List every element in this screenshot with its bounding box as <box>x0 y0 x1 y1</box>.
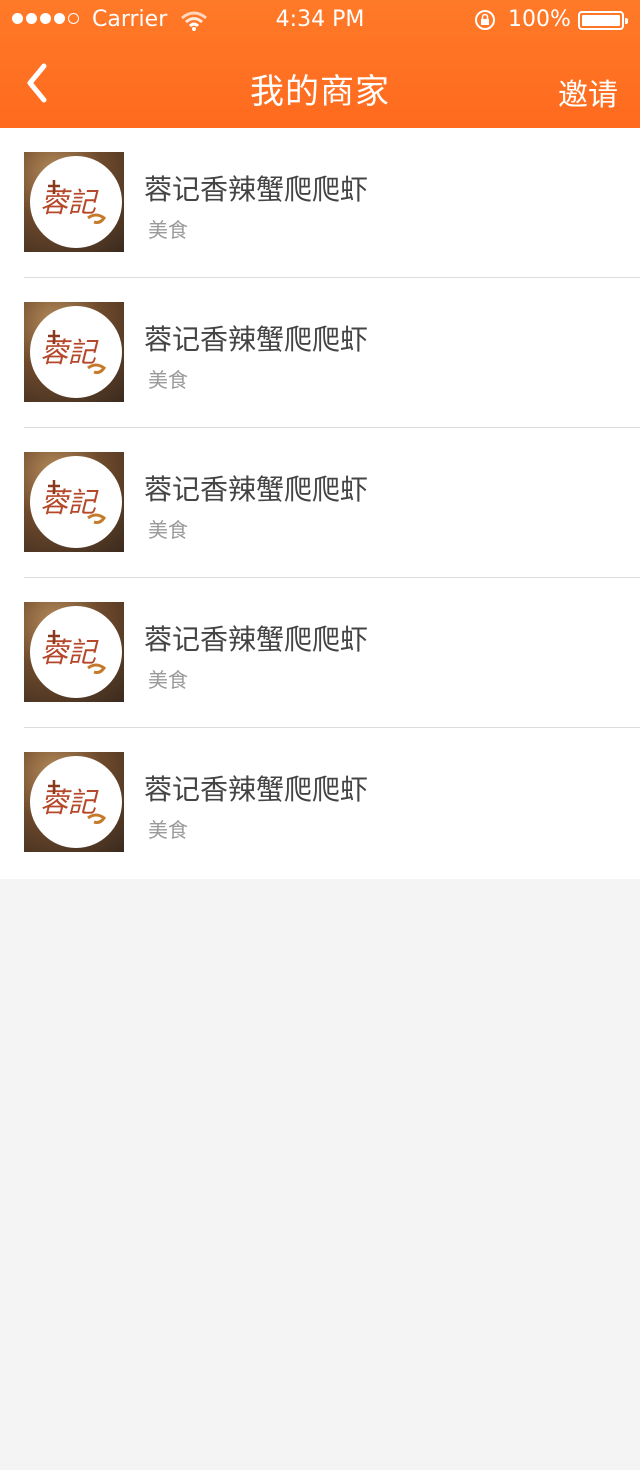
battery-percent: 100% <box>508 7 571 32</box>
merchant-logo: 蓉記 <box>24 152 124 252</box>
merchant-name: 蓉记香辣蟹爬爬虾 <box>144 623 369 656</box>
battery-icon <box>578 11 628 30</box>
merchant-category: 美食 <box>148 668 188 692</box>
logo-text: 蓉記 <box>40 486 99 519</box>
status-bar: Carrier 4:34 PM 100% <box>0 0 640 40</box>
merchant-list-item[interactable]: 蓉記 蓉记香辣蟹爬爬虾 美食 <box>0 278 640 428</box>
merchant-logo: 蓉記 <box>24 452 124 552</box>
merchant-name: 蓉记香辣蟹爬爬虾 <box>144 173 369 206</box>
merchant-list-item[interactable]: 蓉記 蓉记香辣蟹爬爬虾 美食 <box>0 128 640 278</box>
merchant-category: 美食 <box>148 518 188 542</box>
merchant-category: 美食 <box>148 818 188 842</box>
logo-text: 蓉記 <box>40 636 99 669</box>
orientation-lock-icon <box>475 10 495 30</box>
navigation-bar: 我的商家 邀请 <box>0 40 640 128</box>
merchant-category: 美食 <box>148 218 188 242</box>
merchant-logo: 蓉記 <box>24 602 124 702</box>
merchant-list: 蓉記 蓉记香辣蟹爬爬虾 美食 蓉記 蓉记香辣蟹爬爬虾 美食 蓉記 蓉记香辣蟹爬爬… <box>0 128 640 879</box>
merchant-name: 蓉记香辣蟹爬爬虾 <box>144 323 369 356</box>
merchant-list-item[interactable]: 蓉記 蓉记香辣蟹爬爬虾 美食 <box>0 578 640 728</box>
logo-text: 蓉記 <box>40 186 99 219</box>
merchant-logo: 蓉記 <box>24 302 124 402</box>
merchant-list-item[interactable]: 蓉記 蓉记香辣蟹爬爬虾 美食 <box>0 728 640 878</box>
merchant-name: 蓉记香辣蟹爬爬虾 <box>144 473 369 506</box>
merchant-name: 蓉记香辣蟹爬爬虾 <box>144 773 369 806</box>
logo-text: 蓉記 <box>40 786 99 819</box>
logo-text: 蓉記 <box>40 336 99 369</box>
top-bar: Carrier 4:34 PM 100% 我的商家 邀请 <box>0 0 640 128</box>
page-title: 我的商家 <box>250 72 390 112</box>
invite-button[interactable]: 邀请 <box>558 70 618 114</box>
merchant-category: 美食 <box>148 368 188 392</box>
merchant-logo: 蓉記 <box>24 752 124 852</box>
merchant-list-item[interactable]: 蓉記 蓉记香辣蟹爬爬虾 美食 <box>0 428 640 578</box>
